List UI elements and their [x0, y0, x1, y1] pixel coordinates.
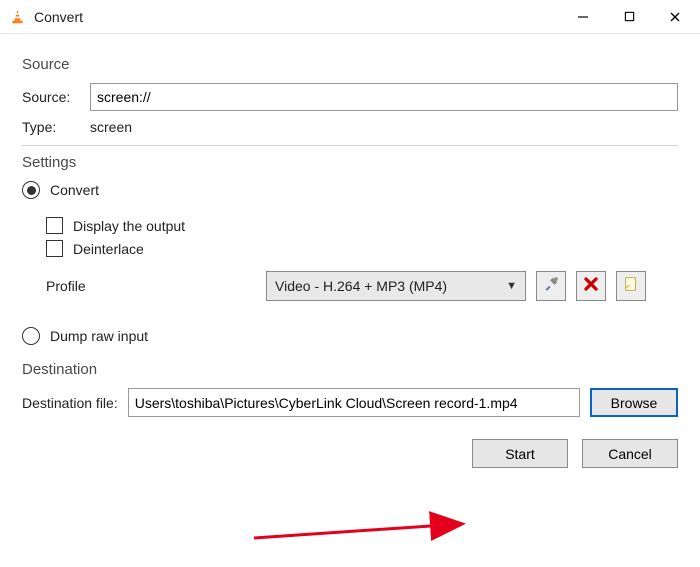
title-bar: Convert	[0, 0, 700, 34]
edit-profile-button[interactable]	[536, 271, 566, 301]
source-section-title: Source	[22, 56, 678, 73]
convert-radio[interactable]	[22, 181, 40, 199]
source-label: Source:	[22, 89, 80, 105]
window-controls	[560, 2, 698, 32]
divider	[22, 145, 678, 146]
type-label: Type:	[22, 119, 80, 135]
dump-raw-label: Dump raw input	[50, 328, 148, 344]
profile-dropdown-value: Video - H.264 + MP3 (MP4)	[275, 278, 506, 294]
cancel-button[interactable]: Cancel	[582, 439, 678, 468]
tools-icon	[542, 275, 560, 298]
chevron-down-icon: ▼	[506, 280, 517, 292]
maximize-button[interactable]	[606, 2, 652, 32]
new-profile-icon	[622, 275, 640, 298]
window-title: Convert	[34, 9, 83, 25]
type-value: screen	[90, 119, 132, 135]
source-input[interactable]	[90, 83, 678, 111]
destination-file-label: Destination file:	[22, 395, 118, 411]
delete-icon	[583, 276, 599, 297]
close-button[interactable]	[652, 2, 698, 32]
destination-section-title: Destination	[22, 361, 678, 378]
settings-section-title: Settings	[22, 154, 678, 171]
display-output-checkbox[interactable]	[46, 217, 63, 234]
vlc-cone-icon	[8, 8, 26, 26]
deinterlace-label: Deinterlace	[73, 241, 144, 257]
destination-file-input[interactable]	[128, 388, 580, 417]
deinterlace-checkbox[interactable]	[46, 240, 63, 257]
annotation-arrow	[250, 510, 480, 550]
dump-raw-radio[interactable]	[22, 327, 40, 345]
profile-label: Profile	[46, 278, 256, 294]
profile-dropdown[interactable]: Video - H.264 + MP3 (MP4) ▼	[266, 271, 526, 301]
minimize-button[interactable]	[560, 2, 606, 32]
display-output-label: Display the output	[73, 218, 185, 234]
browse-button[interactable]: Browse	[590, 388, 678, 417]
delete-profile-button[interactable]	[576, 271, 606, 301]
new-profile-button[interactable]	[616, 271, 646, 301]
convert-radio-label: Convert	[50, 182, 99, 198]
start-button[interactable]: Start	[472, 439, 568, 468]
